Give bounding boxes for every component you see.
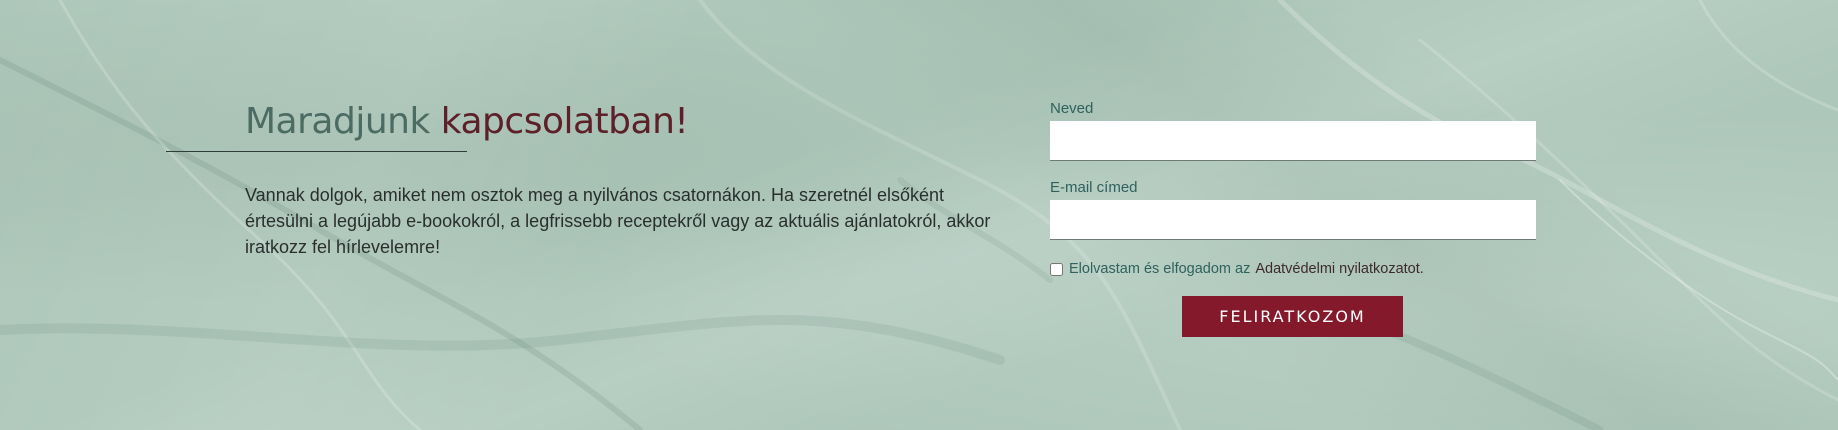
consent-text: Elolvastam és elfogadom az <box>1069 261 1251 277</box>
email-label: E-mail címed <box>1050 179 1138 196</box>
newsletter-section: Maradjunk kapcsolatban! Vannak dolgok, a… <box>0 0 1838 430</box>
subscribe-button[interactable]: FELIRATKOZOM <box>1182 296 1403 337</box>
name-label: Neved <box>1050 100 1094 117</box>
email-input[interactable] <box>1050 200 1536 240</box>
consent-checkbox[interactable] <box>1050 262 1063 276</box>
field-spacer <box>1050 161 1536 179</box>
intro-text: Vannak dolgok, amiket nem osztok meg a n… <box>245 185 991 257</box>
privacy-policy-link[interactable]: Adatvédelmi nyilatkozatot <box>1255 261 1419 277</box>
consent-row: Elolvastam és elfogadom az Adatvédelmi n… <box>1050 260 1536 278</box>
section-heading: Maradjunk kapcsolatban! <box>245 100 689 144</box>
heading-part-1: Maradjunk <box>245 101 430 142</box>
signup-form: Neved E-mail címed Elolvastam és elfogad… <box>1050 100 1536 278</box>
name-input[interactable] <box>1050 121 1536 161</box>
heading-underline <box>166 151 467 152</box>
heading-part-2: kapcsolatban! <box>440 101 689 142</box>
consent-period: . <box>1419 261 1424 277</box>
